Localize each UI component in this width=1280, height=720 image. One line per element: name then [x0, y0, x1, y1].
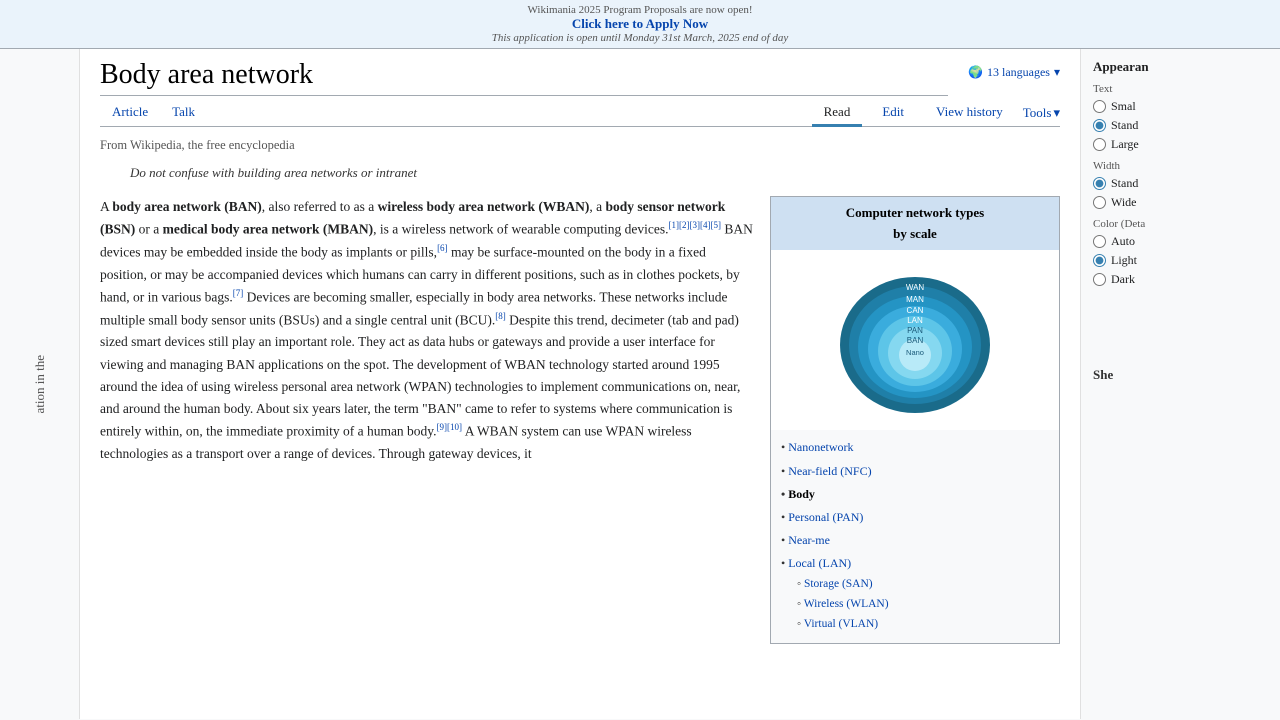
text-large-label: Large — [1111, 137, 1139, 152]
apply-link[interactable]: Click here to Apply Now — [0, 16, 1280, 32]
text-standard-label: Stand — [1111, 118, 1138, 133]
color-auto-option[interactable]: Auto — [1093, 234, 1268, 249]
list-item-wlan[interactable]: Wireless (WLAN) — [797, 594, 1049, 614]
color-light-option[interactable]: Light — [1093, 253, 1268, 268]
tab-navigation: Article Talk Read Edit View history Tool… — [100, 100, 1060, 127]
banner-line1: Wikimania 2025 Program Proposals are now… — [0, 4, 1280, 16]
text-large-option[interactable]: Large — [1093, 137, 1268, 152]
width-wide-radio[interactable] — [1093, 196, 1106, 209]
width-standard-label: Stand — [1111, 176, 1138, 191]
tools-dropdown[interactable]: Tools ▾ — [1023, 105, 1060, 121]
width-section-label: Width — [1093, 160, 1268, 172]
infobox-title: Computer network types by scale — [771, 197, 1059, 251]
color-dark-option[interactable]: Dark — [1093, 272, 1268, 287]
list-item-body[interactable]: Body — [781, 483, 1049, 506]
color-section-label: Color (Deta — [1093, 218, 1268, 230]
color-dark-label: Dark — [1111, 272, 1135, 287]
text-small-label: Smal — [1111, 99, 1136, 114]
list-item-nanonetwork[interactable]: Nanonetwork — [781, 436, 1049, 459]
text-small-option[interactable]: Smal — [1093, 99, 1268, 114]
network-scale-diagram: WAN MAN CAN LAN PAN BAN Nano — [835, 260, 995, 420]
tab-talk[interactable]: Talk — [160, 100, 207, 127]
pan-label: PAN — [907, 326, 923, 335]
page-title: Body area network — [100, 59, 948, 96]
hatnote-text: Do not confuse with building area networ… — [130, 165, 417, 180]
languages-button[interactable]: 🌍 13 languages ▾ — [968, 65, 1060, 80]
tools-label: Tools — [1023, 105, 1052, 121]
sidebar-partial-text: ation in the — [32, 355, 48, 414]
color-light-label: Light — [1111, 253, 1137, 268]
partial-text-she: She — [1093, 367, 1268, 383]
width-standard-radio[interactable] — [1093, 177, 1106, 190]
infobox: Computer network types by scale — [770, 196, 1060, 644]
text-standard-option[interactable]: Stand — [1093, 118, 1268, 133]
lan-label: LAN — [907, 316, 923, 325]
color-auto-radio[interactable] — [1093, 235, 1106, 248]
tab-read[interactable]: Read — [812, 100, 863, 127]
banner-date: This application is open until Monday 31… — [0, 32, 1280, 44]
text-standard-radio[interactable] — [1093, 119, 1106, 132]
color-dark-radio[interactable] — [1093, 273, 1106, 286]
right-panel: Appearan Text Smal Stand Large Width Sta… — [1080, 49, 1280, 719]
width-wide-option[interactable]: Wide — [1093, 195, 1268, 210]
text-small-radio[interactable] — [1093, 100, 1106, 113]
text-section-label: Text — [1093, 83, 1268, 95]
content-area: From Wikipedia, the free encyclopedia Do… — [100, 135, 1060, 656]
list-item-pan[interactable]: Personal (PAN) — [781, 506, 1049, 529]
translate-icon: 🌍 — [968, 65, 983, 80]
tab-nav-right: Read Edit View history Tools ▾ — [812, 100, 1060, 126]
main-content: Body area network 🌍 13 languages ▾ Artic… — [80, 49, 1080, 719]
languages-count: 13 languages — [987, 65, 1050, 80]
hatnote: Do not confuse with building area networ… — [130, 163, 1060, 184]
color-auto-label: Auto — [1111, 234, 1135, 249]
infobox-diagram: WAN MAN CAN LAN PAN BAN Nano — [771, 250, 1059, 430]
tab-article[interactable]: Article — [100, 100, 160, 127]
wan-label: WAN — [906, 283, 925, 292]
color-light-radio[interactable] — [1093, 254, 1106, 267]
tab-edit[interactable]: Edit — [870, 100, 916, 127]
ban-label: BAN — [907, 336, 924, 345]
chevron-down-icon: ▾ — [1054, 65, 1060, 80]
infobox-network-list: Nanonetwork Near-field (NFC) Body Person… — [771, 430, 1059, 642]
tab-nav-left: Article Talk — [100, 100, 207, 126]
list-item-nfc[interactable]: Near-field (NFC) — [781, 460, 1049, 483]
nano-label: Nano — [906, 348, 924, 357]
width-wide-label: Wide — [1111, 195, 1137, 210]
page-header: Body area network 🌍 13 languages ▾ — [100, 59, 1060, 96]
tools-chevron-icon: ▾ — [1053, 105, 1060, 121]
man-label: MAN — [906, 295, 924, 304]
infobox-sub-list: Storage (SAN) Wireless (WLAN) Virtual (V… — [797, 574, 1049, 635]
top-banner: Wikimania 2025 Program Proposals are now… — [0, 0, 1280, 49]
tab-view-history[interactable]: View history — [924, 100, 1015, 127]
text-large-radio[interactable] — [1093, 138, 1106, 151]
from-wiki-text: From Wikipedia, the free encyclopedia — [100, 135, 1060, 155]
left-sidebar: ation in the — [0, 49, 80, 719]
list-item-vlan[interactable]: Virtual (VLAN) — [797, 614, 1049, 634]
list-item-san[interactable]: Storage (SAN) — [797, 574, 1049, 594]
width-standard-option[interactable]: Stand — [1093, 176, 1268, 191]
can-label: CAN — [907, 306, 924, 315]
list-item-near-me[interactable]: Near-me — [781, 529, 1049, 552]
article-text: From Wikipedia, the free encyclopedia Do… — [100, 135, 1060, 656]
list-item-lan[interactable]: Local (LAN) Storage (SAN) Wireless (WLAN… — [781, 552, 1049, 636]
appearance-panel-title: Appearan — [1093, 59, 1268, 75]
